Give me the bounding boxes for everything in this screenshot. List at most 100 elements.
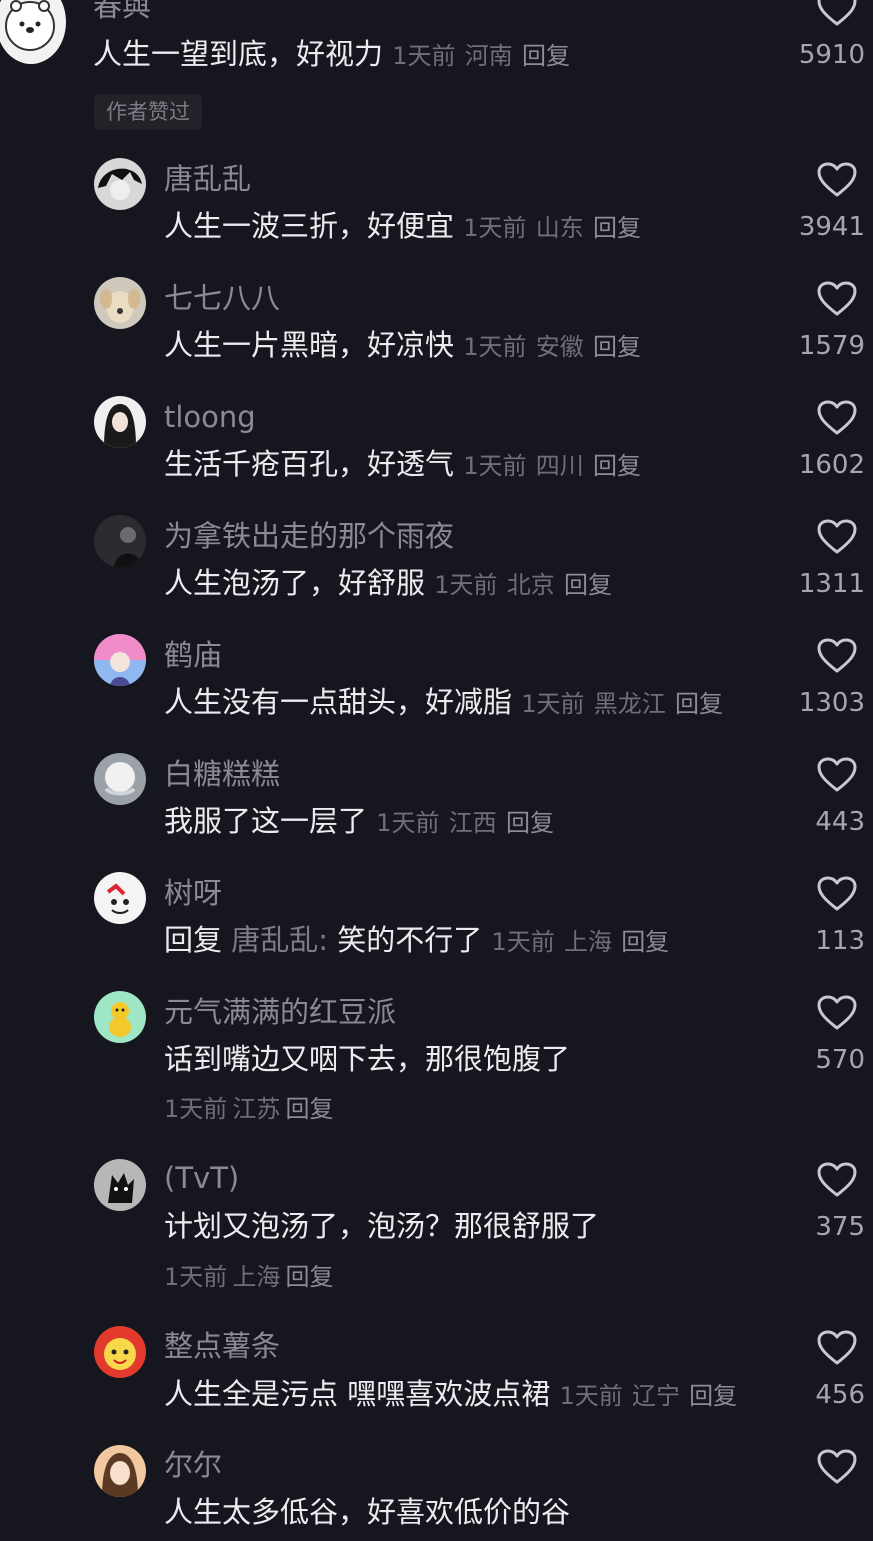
comment-time: 1天前 [376, 809, 440, 837]
comment-location: 上海 [563, 928, 612, 956]
comment-location: 河南 [464, 42, 513, 70]
avatar[interactable] [94, 1159, 146, 1211]
reply-button[interactable]: 回复 [689, 1382, 737, 1410]
heart-icon[interactable] [816, 518, 858, 556]
like-count: 375 [815, 1212, 865, 1242]
heart-icon[interactable] [816, 161, 858, 199]
comment-line: 人生泡汤了，好舒服 1天前 北京 回复 [164, 569, 612, 598]
comment-location: 上海 [232, 1263, 281, 1291]
avatar[interactable] [94, 991, 146, 1043]
comment-line: 我服了这一层了 1天前 江西 回复 [164, 807, 554, 836]
reply-prefix: 回复 [164, 923, 223, 957]
heart-icon[interactable] [816, 1161, 858, 1199]
comment-location: 辽宁 [631, 1382, 680, 1410]
comment-location: 北京 [506, 571, 555, 599]
username[interactable]: 元气满满的红豆派 [164, 998, 396, 1027]
comment-text: 笑的不行了 [337, 923, 483, 957]
comment-time: 1天前 [463, 452, 527, 480]
comment-line: 人生没有一点甜头，好减脂 1天前 黑龙江 回复 [164, 688, 723, 717]
comment-time: 1天前 [164, 1263, 228, 1291]
like-count: 443 [815, 807, 865, 837]
username[interactable]: 树呀 [164, 879, 222, 908]
comment-text: 人生泡汤了，好舒服 [164, 566, 426, 600]
avatar[interactable] [94, 396, 146, 448]
comment-location: 江西 [448, 809, 497, 837]
reply-target[interactable]: 唐乱乱: [231, 923, 328, 957]
comment-time: 1天前 [164, 1095, 228, 1123]
reply-button[interactable]: 回复 [285, 1095, 333, 1123]
reply-button[interactable]: 回复 [593, 333, 641, 361]
heart-icon[interactable] [816, 994, 858, 1032]
heart-icon[interactable] [816, 280, 858, 318]
heart-icon[interactable] [816, 1448, 858, 1486]
comment-location: 山东 [535, 214, 584, 242]
username[interactable]: 七七八八 [164, 284, 280, 313]
like-count: 456 [815, 1380, 865, 1410]
comment-line: 人生一片黑暗，好凉快 1天前 安徽 回复 [164, 331, 641, 360]
like-count: 113 [815, 926, 865, 956]
comment-time: 1天前 [559, 1382, 623, 1410]
avatar[interactable] [94, 158, 146, 210]
heart-icon[interactable] [816, 1329, 858, 1367]
comment-time: 1天前 [434, 571, 498, 599]
reply-button[interactable]: 回复 [522, 42, 570, 70]
username[interactable]: 整点薯条 [164, 1332, 280, 1361]
comment-text: 生活千疮百孔，好透气 [164, 447, 455, 481]
like-count: 1303 [798, 688, 865, 718]
username[interactable]: (TvT) [164, 1164, 239, 1193]
comment-line: 人生一波三折，好便宜 1天前 山东 回复 [164, 212, 641, 241]
username[interactable]: 鹤庙 [164, 641, 222, 670]
username[interactable]: 为拿铁出走的那个雨夜 [164, 522, 454, 551]
comment-line: 回复 唐乱乱: 笑的不行了 1天前 上海 回复 [164, 926, 669, 955]
comment-text: 计划又泡汤了，泡汤？那很舒服了 [164, 1209, 600, 1243]
comment-text: 我服了这一层了 [164, 804, 368, 838]
comment-time: 1天前 [521, 690, 585, 718]
avatar[interactable] [94, 515, 146, 567]
avatar[interactable] [94, 1445, 146, 1497]
comment-text: 人生一片黑暗，好凉快 [164, 328, 455, 362]
comment-text: 话到嘴边又咽下去，那很饱腹了 [164, 1042, 571, 1076]
avatar[interactable] [94, 872, 146, 924]
username[interactable]: 唐乱乱 [164, 165, 251, 194]
reply-button[interactable]: 回复 [621, 928, 669, 956]
comment-location: 黑龙江 [593, 690, 666, 718]
username[interactable]: 白糖糕糕 [164, 760, 280, 789]
author-liked-badge: 作者赞过 [94, 94, 202, 130]
like-count: 3941 [798, 212, 865, 242]
heart-icon[interactable] [816, 756, 858, 794]
comment-meta: 1天前 江苏 回复 [164, 1097, 333, 1121]
reply-button[interactable]: 回复 [285, 1263, 333, 1291]
like-count: 1602 [798, 450, 865, 480]
comment-line: 人生一望到底，好视力 1天前 河南 回复 [93, 40, 570, 69]
heart-icon[interactable] [816, 0, 858, 28]
avatar[interactable] [94, 634, 146, 686]
reply-button[interactable]: 回复 [506, 809, 554, 837]
avatar[interactable] [0, 0, 66, 64]
like-count: 1311 [798, 569, 865, 599]
comment-time: 1天前 [463, 333, 527, 361]
heart-icon[interactable] [816, 875, 858, 913]
avatar[interactable] [94, 277, 146, 329]
avatar[interactable] [94, 1326, 146, 1378]
comment-meta: 1天前 上海 回复 [164, 1265, 333, 1289]
comment-text: 人生一望到底，好视力 [93, 37, 384, 71]
comment-time: 1天前 [463, 214, 527, 242]
avatar[interactable] [94, 753, 146, 805]
comment-time: 1天前 [392, 42, 456, 70]
reply-button[interactable]: 回复 [675, 690, 723, 718]
like-count: 5910 [798, 40, 865, 70]
comment-time: 1天前 [491, 928, 555, 956]
heart-icon[interactable] [816, 637, 858, 675]
comment-line: 人生全是污点 嘿嘿喜欢波点裙 1天前 辽宁 回复 [164, 1380, 737, 1409]
reply-button[interactable]: 回复 [564, 571, 612, 599]
comment-line: 生活千疮百孔，好透气 1天前 四川 回复 [164, 450, 641, 479]
like-count: 1579 [798, 331, 865, 361]
comment-location: 四川 [535, 452, 584, 480]
reply-button[interactable]: 回复 [593, 214, 641, 242]
username[interactable]: tloong [164, 403, 256, 432]
heart-icon[interactable] [816, 399, 858, 437]
username[interactable]: 尔尔 [164, 1451, 222, 1480]
like-count: 570 [815, 1045, 865, 1075]
reply-button[interactable]: 回复 [593, 452, 641, 480]
username[interactable]: 春與 [93, 0, 151, 21]
